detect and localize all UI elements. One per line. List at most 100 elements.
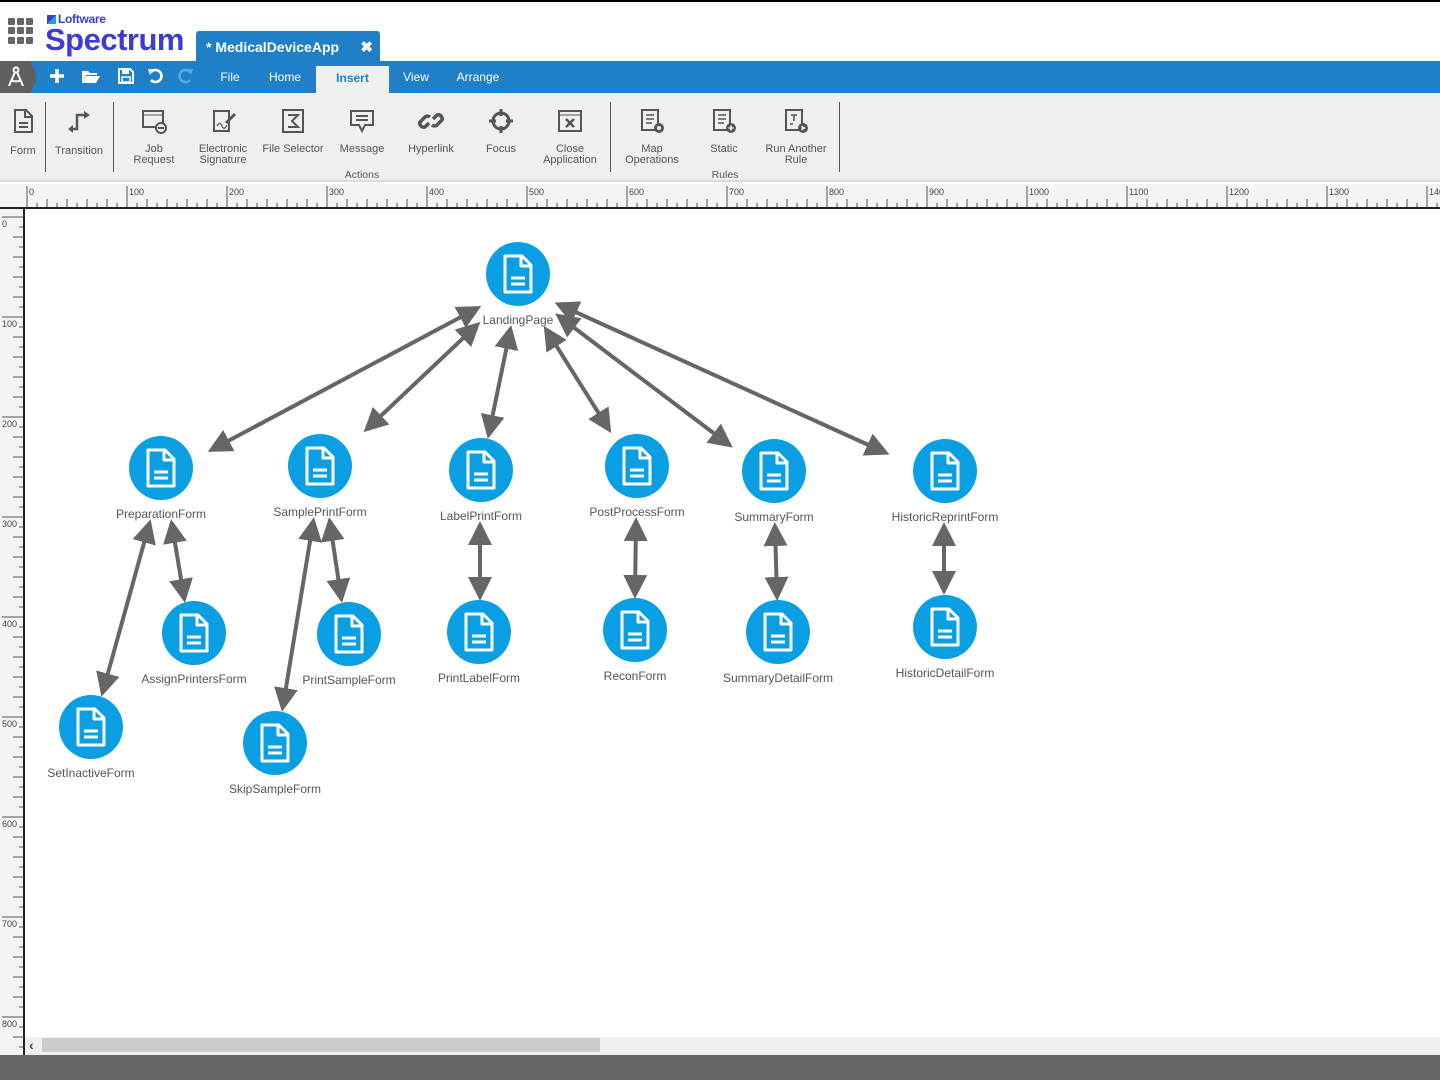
ribbon-transition-button[interactable]: Transition	[50, 93, 108, 173]
ruler-label: 0	[29, 187, 34, 197]
run-rule-icon	[785, 109, 808, 133]
close-icon[interactable]: ✖	[360, 38, 373, 56]
transition-edge-LandingPage-LabelPrintForm[interactable]	[480, 325, 519, 439]
diagram-node-HistoricReprintForm[interactable]: HistoricReprintForm	[875, 439, 1015, 524]
menu-home[interactable]: Home	[259, 61, 311, 93]
folder-open-icon	[82, 71, 100, 83]
ribbon-hyperlink-button[interactable]: Hyperlink	[402, 93, 460, 173]
vertical-ruler: 0 100 200 300 400 500 600 700 800	[0, 209, 25, 1055]
ruler-label: 200	[2, 419, 17, 429]
link-icon	[418, 113, 444, 129]
ribbon-message-label: Message	[339, 143, 385, 155]
ruler-label: 800	[2, 1019, 17, 1029]
diagram-canvas[interactable]: LandingPage PreparationForm SamplePrintFor…	[25, 209, 1440, 1055]
node-circle[interactable]	[317, 602, 381, 666]
undo-button[interactable]	[147, 67, 165, 92]
menu-file[interactable]: File	[210, 61, 250, 93]
form-document-icon	[930, 607, 960, 647]
diagram-node-PrintSampleForm[interactable]: PrintSampleForm	[279, 602, 419, 687]
transition-edge-LandingPage-HistoricReprintForm[interactable]	[554, 301, 890, 456]
plus-icon	[50, 69, 64, 83]
node-circle[interactable]	[486, 242, 550, 306]
ruler-label: 800	[829, 187, 844, 197]
transition-icon	[68, 111, 90, 133]
save-button[interactable]	[118, 67, 134, 92]
transition-edge-LandingPage-PreparationForm[interactable]	[207, 306, 482, 452]
ribbon-close-application-button[interactable]: Close Application	[538, 93, 602, 173]
diagram-node-SamplePrintForm[interactable]: SamplePrintForm	[250, 434, 390, 519]
menu-arrange[interactable]: Arrange	[449, 61, 507, 93]
transition-edge-SamplePrintForm-PrintSampleForm[interactable]	[320, 517, 351, 603]
node-circle[interactable]	[913, 439, 977, 503]
diagram-node-SkipSampleForm[interactable]: SkipSampleForm	[205, 711, 345, 796]
node-circle[interactable]	[603, 598, 667, 662]
ribbon-focus-button[interactable]: Focus	[474, 93, 528, 173]
new-button[interactable]	[49, 67, 65, 92]
form-document-icon	[260, 723, 290, 763]
transition-edge-LandingPage-SummaryForm[interactable]	[555, 313, 733, 448]
scroll-left-chevron-icon[interactable]: ‹	[29, 1037, 34, 1053]
diagram-node-SetInactiveForm[interactable]: SetInactiveForm	[25, 695, 161, 780]
node-label: SummaryDetailForm	[722, 671, 833, 685]
ribbon-run-another-rule-button[interactable]: Run Another Rule	[760, 93, 832, 173]
node-circle[interactable]	[746, 600, 810, 664]
ruler-label: 600	[2, 819, 17, 829]
ruler-label: 1300	[1329, 187, 1349, 197]
diagram-node-AssignPrintersForm[interactable]: AssignPrintersForm	[124, 601, 264, 686]
ribbon-file-selector-button[interactable]: File Selector	[260, 93, 326, 173]
menu-view[interactable]: View	[395, 61, 437, 93]
open-button[interactable]	[81, 67, 101, 92]
horizontal-scrollbar[interactable]: ‹	[25, 1037, 1440, 1055]
node-circle[interactable]	[913, 595, 977, 659]
signature-icon	[213, 110, 236, 132]
ruler-label: 100	[2, 319, 17, 329]
ribbon-hyperlink-label: Hyperlink	[408, 143, 454, 155]
node-circle[interactable]	[605, 434, 669, 498]
transition-edge-PreparationForm-AssignPrintersForm[interactable]	[163, 519, 193, 603]
transition-edge-PostProcessForm-ReconForm[interactable]	[623, 517, 648, 599]
diagram-node-PostProcessForm[interactable]: PostProcessForm	[567, 434, 707, 519]
diagram-node-ReconForm[interactable]: ReconForm	[565, 598, 705, 683]
node-circle[interactable]	[447, 600, 511, 664]
node-circle[interactable]	[59, 695, 123, 759]
ruler-label: 300	[2, 519, 17, 529]
diagram-node-HistoricDetailForm[interactable]: HistoricDetailForm	[875, 595, 1015, 680]
ribbon-map-operations-label-2: Operations	[625, 154, 679, 166]
diagram-node-LandingPage[interactable]: LandingPage	[448, 242, 588, 327]
transition-edge-SummaryForm-SummaryDetailForm[interactable]	[763, 522, 789, 601]
redo-button[interactable]	[176, 67, 194, 92]
menu-insert[interactable]: Insert	[316, 66, 389, 93]
ribbon-signature-label-2: Signature	[199, 154, 247, 166]
ribbon-message-button[interactable]: Message	[334, 93, 390, 173]
app-launcher-grid-icon[interactable]	[8, 18, 34, 44]
diagram-node-PrintLabelForm[interactable]: PrintLabelForm	[409, 600, 549, 685]
node-label: LabelPrintForm	[439, 509, 523, 523]
node-circle[interactable]	[129, 436, 193, 500]
document-tab[interactable]: * MedicalDeviceApp ✖	[196, 31, 380, 63]
node-label: SummaryForm	[734, 510, 814, 524]
ruler-label: 500	[2, 719, 17, 729]
ribbon-job-request-button[interactable]: Job Request	[124, 93, 184, 173]
diagram-node-LabelPrintForm[interactable]: LabelPrintForm	[411, 438, 551, 523]
ribbon-static-button[interactable]: Static	[698, 93, 750, 173]
node-circle[interactable]	[288, 434, 352, 498]
node-circle[interactable]	[243, 711, 307, 775]
map-operations-icon	[641, 109, 664, 133]
diagram-node-SummaryForm[interactable]: SummaryForm	[704, 439, 844, 524]
ribbon-map-operations-button[interactable]: Map Operations	[619, 93, 685, 173]
diagram-node-PreparationForm[interactable]: PreparationForm	[91, 436, 231, 521]
diagram-node-SummaryDetailForm[interactable]: SummaryDetailForm	[708, 600, 848, 685]
node-circle[interactable]	[742, 439, 806, 503]
node-label: AssignPrintersForm	[141, 672, 247, 686]
scrollbar-thumb[interactable]	[42, 1038, 600, 1052]
node-circle[interactable]	[449, 438, 513, 502]
node-label: PreparationForm	[115, 507, 207, 521]
ribbon-form-button[interactable]: Form	[4, 93, 42, 173]
ribbon-electronic-signature-button[interactable]: Electronic Signature	[192, 93, 254, 173]
form-document-icon	[930, 451, 960, 491]
node-circle[interactable]	[162, 601, 226, 665]
transition-edge-LandingPage-SamplePrintForm[interactable]	[363, 321, 481, 433]
ribbon-separator	[610, 102, 611, 172]
ruler-label: 900	[929, 187, 944, 197]
designer-mode-button[interactable]	[0, 61, 36, 93]
